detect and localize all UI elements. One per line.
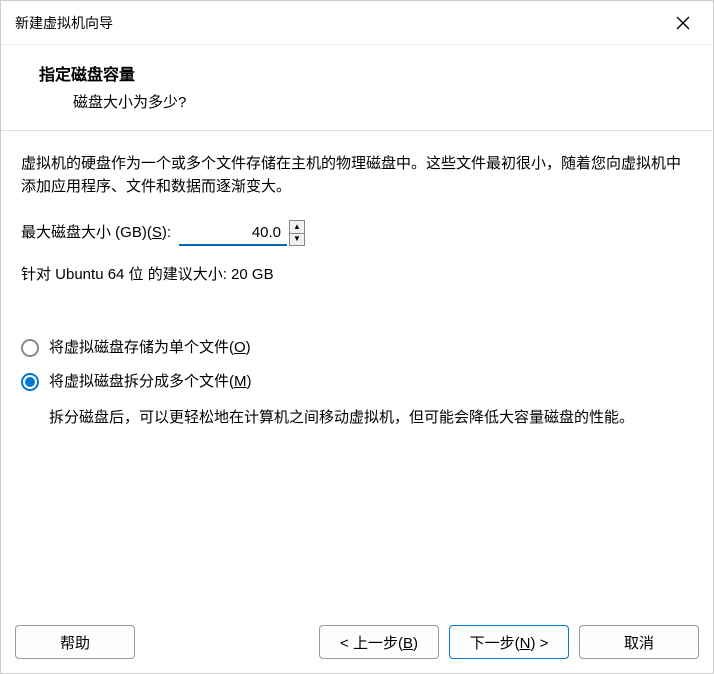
radio-split-files[interactable]: 将虚拟磁盘拆分成多个文件(M) — [21, 371, 693, 394]
radio-single-file[interactable]: 将虚拟磁盘存储为单个文件(O) — [21, 337, 693, 360]
disk-size-row: 最大磁盘大小 (GB)(S): ▲ ▼ — [21, 220, 693, 246]
spinner-buttons: ▲ ▼ — [289, 220, 305, 246]
close-button[interactable] — [667, 7, 699, 39]
back-button[interactable]: < 上一步(B) — [319, 625, 439, 659]
wizard-footer: 帮助 < 上一步(B) 下一步(N) > 取消 — [1, 613, 713, 673]
radio-split-label: 将虚拟磁盘拆分成多个文件(M) — [49, 371, 252, 394]
next-button[interactable]: 下一步(N) > — [449, 625, 569, 659]
titlebar: 新建虚拟机向导 — [1, 1, 713, 45]
description-text: 虚拟机的硬盘作为一个或多个文件存储在主机的物理磁盘中。这些文件最初很小，随着您向… — [21, 153, 693, 198]
disk-size-label: 最大磁盘大小 (GB)(S): — [21, 222, 171, 245]
spinner-up-button[interactable]: ▲ — [290, 221, 304, 234]
page-title: 指定磁盘容量 — [39, 61, 693, 85]
page-subtitle: 磁盘大小为多少? — [73, 91, 693, 112]
help-button[interactable]: 帮助 — [15, 625, 135, 659]
wizard-header: 指定磁盘容量 磁盘大小为多少? — [1, 45, 713, 131]
wizard-window: 新建虚拟机向导 指定磁盘容量 磁盘大小为多少? 虚拟机的硬盘作为一个或多个文件存… — [0, 0, 714, 674]
close-icon — [676, 16, 690, 30]
recommended-size-text: 针对 Ubuntu 64 位 的建议大小: 20 GB — [21, 264, 693, 287]
disk-size-input[interactable] — [179, 220, 287, 246]
radio-icon — [21, 373, 39, 391]
cancel-button[interactable]: 取消 — [579, 625, 699, 659]
split-description: 拆分磁盘后，可以更轻松地在计算机之间移动虚拟机，但可能会降低大容量磁盘的性能。 — [49, 406, 693, 430]
disk-size-spinner: ▲ ▼ — [179, 220, 305, 246]
radio-single-label: 将虚拟磁盘存储为单个文件(O) — [49, 337, 251, 360]
spinner-down-button[interactable]: ▼ — [290, 234, 304, 246]
radio-icon — [21, 339, 39, 357]
wizard-content: 虚拟机的硬盘作为一个或多个文件存储在主机的物理磁盘中。这些文件最初很小，随着您向… — [1, 131, 713, 613]
window-title: 新建虚拟机向导 — [15, 13, 113, 33]
